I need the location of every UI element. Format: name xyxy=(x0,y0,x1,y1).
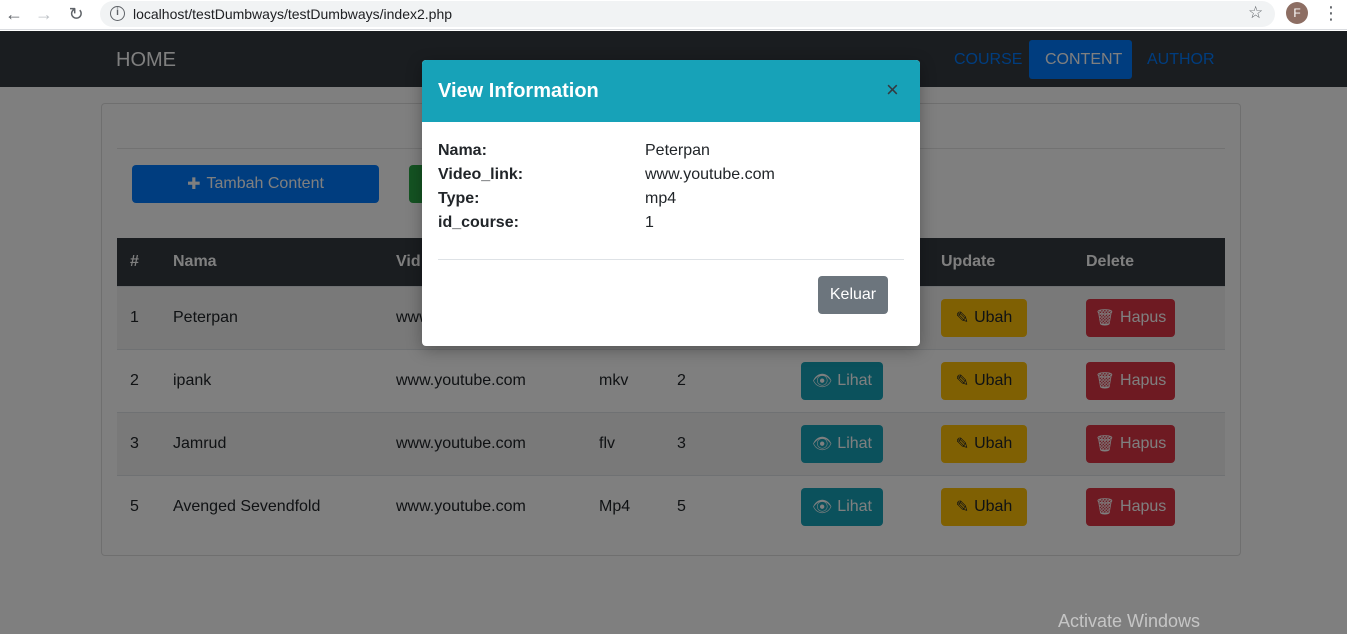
info-key: Nama: xyxy=(438,142,487,159)
modal-header: View Information × xyxy=(422,60,920,122)
menu-kebab-icon[interactable]: ⋮ xyxy=(1322,3,1340,24)
info-icon[interactable]: i xyxy=(110,6,125,21)
modal-body: Nama: Peterpan Video_link: www.youtube.c… xyxy=(438,140,904,236)
browser-toolbar: ← → ↻ i localhost/testDumbways/testDumbw… xyxy=(0,0,1347,30)
bookmark-star-icon[interactable]: ☆ xyxy=(1248,3,1263,23)
info-key: Type: xyxy=(438,190,480,207)
view-information-modal: View Information × Nama: Peterpan Video_… xyxy=(422,60,920,346)
info-row-video-link: Video_link: www.youtube.com xyxy=(438,164,904,188)
close-icon[interactable]: × xyxy=(886,79,899,101)
info-value: 1 xyxy=(645,214,654,231)
back-arrow-icon[interactable]: ← xyxy=(2,2,26,26)
address-bar[interactable]: i localhost/testDumbways/testDumbways/in… xyxy=(100,1,1275,27)
info-row-id-course: id_course: 1 xyxy=(438,212,904,236)
info-value: mp4 xyxy=(645,190,677,207)
forward-arrow-icon[interactable]: → xyxy=(32,2,56,26)
reload-icon[interactable]: ↻ xyxy=(64,2,88,26)
info-row-nama: Nama: Peterpan xyxy=(438,140,904,164)
info-key: Video_link: xyxy=(438,166,524,183)
url-text[interactable]: localhost/testDumbways/testDumbways/inde… xyxy=(133,6,452,22)
info-value: www.youtube.com xyxy=(645,166,775,183)
info-row-type: Type: mp4 xyxy=(438,188,904,212)
modal-title: View Information xyxy=(438,80,599,102)
info-key: id_course: xyxy=(438,214,519,231)
modal-divider xyxy=(438,259,904,260)
info-value: Peterpan xyxy=(645,142,710,159)
activate-windows-watermark: Activate Windows xyxy=(1058,611,1201,631)
keluar-button[interactable]: Keluar xyxy=(818,276,888,314)
profile-avatar[interactable]: F xyxy=(1286,2,1308,24)
